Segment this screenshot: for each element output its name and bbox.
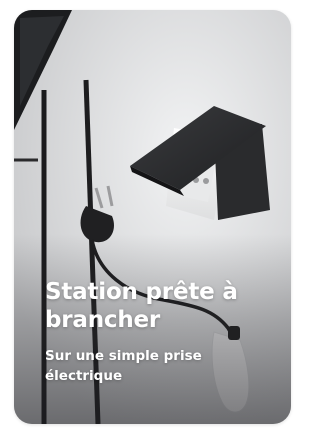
card-caption: Station prête à brancher Sur une simple … bbox=[45, 278, 275, 386]
promo-card[interactable]: Station prête à brancher Sur une simple … bbox=[14, 10, 291, 424]
card-subtitle: Sur une simple prise électrique bbox=[45, 348, 202, 384]
card-title: Station prête à brancher bbox=[45, 279, 238, 333]
